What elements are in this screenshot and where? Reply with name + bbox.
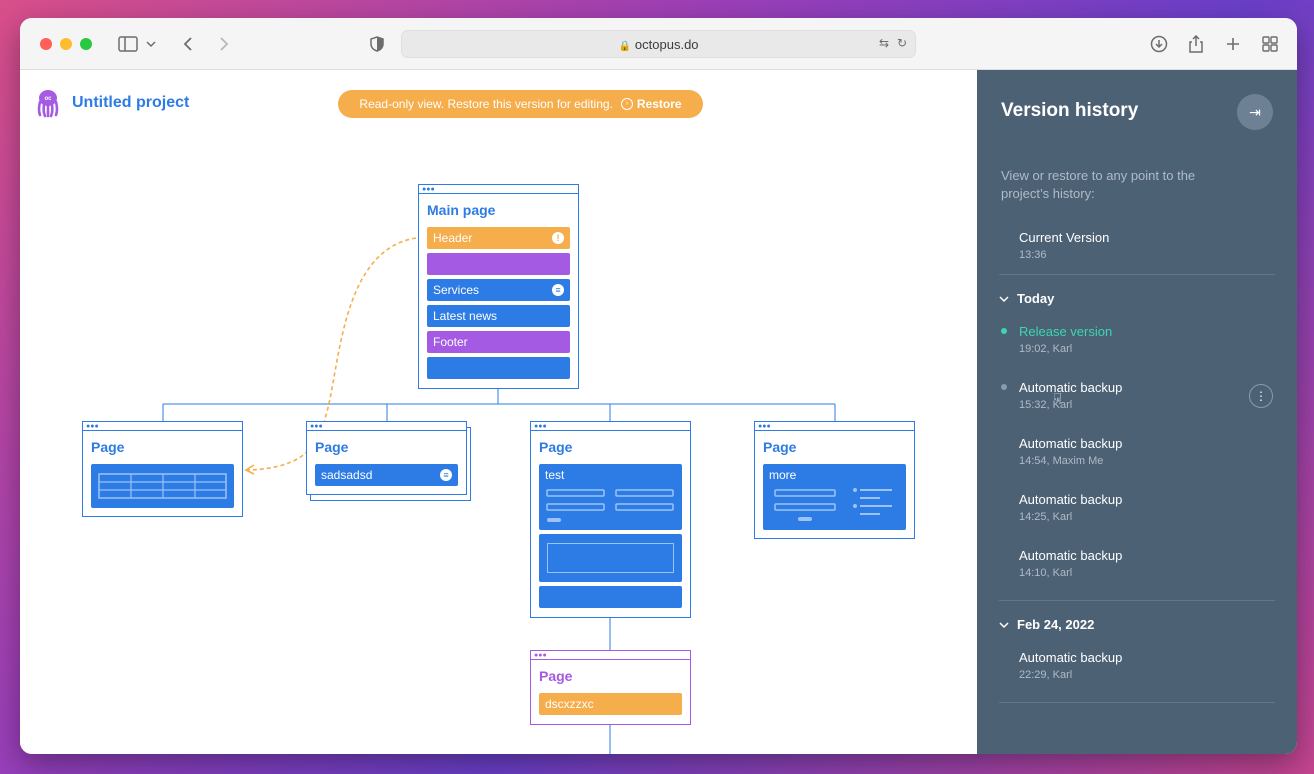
panel-description: View or restore to any point to the proj…	[1001, 168, 1196, 201]
card-title[interactable]: Page	[91, 439, 124, 455]
group-feb-24-2022[interactable]: Feb 24, 2022	[999, 617, 1094, 632]
version-item[interactable]: Release version 19:02, Karl	[1019, 324, 1112, 355]
shield-icon[interactable]	[365, 32, 389, 56]
block-blue[interactable]	[427, 357, 570, 379]
version-item[interactable]: Automatic backup 14:54, Maxim Me	[1019, 436, 1122, 467]
block-dscxzzxc[interactable]: dscxzzxc	[539, 693, 682, 715]
maximize-window-button[interactable]	[80, 38, 92, 50]
child-page-card-3[interactable]: ●●● Page test	[530, 421, 691, 618]
lock-icon: 🔒	[618, 41, 631, 52]
forward-icon[interactable]	[212, 32, 236, 56]
chevron-down-icon	[999, 617, 1009, 632]
block-test[interactable]: test	[539, 464, 682, 530]
download-icon[interactable]	[1147, 32, 1171, 56]
collapse-panel-icon[interactable]: ⇥	[1237, 94, 1273, 130]
address-bar[interactable]: 🔒 octopus.do ⇆ ↻	[401, 30, 916, 58]
sidebar-toggle-icon[interactable]	[116, 32, 140, 56]
close-window-button[interactable]	[40, 38, 52, 50]
divider	[999, 702, 1275, 703]
version-history-panel: Version history ⇥ View or restore to any…	[977, 70, 1297, 754]
child-page-card-1[interactable]: ●●● Page	[82, 421, 243, 517]
card-title[interactable]: Page	[315, 439, 348, 455]
browser-window: 🔒 octopus.do ⇆ ↻ oc Untitled project Rea…	[20, 18, 1297, 754]
new-tab-icon[interactable]	[1221, 32, 1245, 56]
card-title[interactable]: Page	[539, 668, 572, 684]
sitemap-canvas[interactable]: oc Untitled project Read-only view. Rest…	[20, 70, 977, 754]
backup-dot-icon	[1001, 384, 1007, 390]
share-icon[interactable]	[1184, 32, 1208, 56]
comment-icon: ≡	[440, 469, 452, 481]
card-menu-dots-icon[interactable]: ●●●	[534, 423, 547, 430]
main-page-card[interactable]: ●●● Main page Header ! Services ≡ Latest…	[418, 184, 579, 389]
card-title[interactable]: Main page	[427, 202, 495, 218]
feature-list-icon	[774, 488, 892, 521]
tab-overview-icon[interactable]	[1258, 32, 1282, 56]
child-page-card-4[interactable]: ●●● Page more	[754, 421, 915, 539]
block-footer[interactable]: Footer	[427, 331, 570, 353]
table-icon	[98, 473, 227, 499]
url-text: 🔒 octopus.do	[618, 37, 699, 52]
translate-icon[interactable]: ⇆	[879, 36, 889, 50]
back-icon[interactable]	[176, 32, 200, 56]
card-menu-dots-icon[interactable]: ●●●	[86, 423, 99, 430]
chevron-down-icon	[999, 291, 1009, 306]
browser-toolbar: 🔒 octopus.do ⇆ ↻	[20, 18, 1297, 70]
reload-icon[interactable]: ↻	[897, 36, 907, 50]
image-placeholder-icon	[547, 543, 674, 573]
group-today[interactable]: Today	[999, 291, 1054, 306]
connector-lines	[162, 237, 836, 754]
child-page-card-2[interactable]: ●●● Page sadsadsd ≡	[306, 421, 467, 495]
minimize-window-button[interactable]	[60, 38, 72, 50]
card-menu-dots-icon[interactable]: ●●●	[310, 423, 323, 430]
text-columns-icon	[546, 489, 674, 522]
block-latest-news[interactable]: Latest news	[427, 305, 570, 327]
version-item[interactable]: Automatic backup 14:10, Karl	[1019, 548, 1122, 579]
card-title[interactable]: Page	[763, 439, 796, 455]
version-item[interactable]: Automatic backup 15:32, Karl	[1019, 380, 1122, 411]
version-current[interactable]: Current Version 13:36	[1019, 230, 1109, 261]
block-header[interactable]: Header !	[427, 227, 570, 249]
divider	[999, 600, 1275, 601]
divider	[999, 274, 1275, 275]
card-menu-dots-icon[interactable]: ●●●	[534, 652, 547, 659]
comment-icon: ≡	[552, 284, 564, 296]
block-purple[interactable]	[427, 253, 570, 275]
grandchild-page-card[interactable]: ●●● Page dscxzzxc	[530, 650, 691, 725]
card-title[interactable]: Page	[539, 439, 572, 455]
card-menu-dots-icon[interactable]: ●●●	[422, 186, 435, 193]
block-blue-bottom[interactable]	[539, 586, 682, 608]
block-services[interactable]: Services ≡	[427, 279, 570, 301]
block-image[interactable]	[539, 534, 682, 582]
card-menu-dots-icon[interactable]: ●●●	[758, 423, 771, 430]
info-badge-icon: !	[552, 232, 564, 244]
table-block[interactable]	[91, 464, 234, 508]
version-item[interactable]: Automatic backup 22:29, Karl	[1019, 650, 1122, 681]
chevron-down-icon[interactable]	[144, 32, 158, 56]
cursor-hand-icon: ☟	[1053, 391, 1063, 408]
more-options-icon[interactable]: ⋮	[1249, 384, 1273, 408]
version-item[interactable]: Automatic backup 14:25, Karl	[1019, 492, 1122, 523]
block-sadsadsd[interactable]: sadsadsd ≡	[315, 464, 458, 486]
block-more[interactable]: more	[763, 464, 906, 530]
release-dot-icon	[1001, 328, 1007, 334]
panel-title: Version history	[1001, 100, 1139, 121]
